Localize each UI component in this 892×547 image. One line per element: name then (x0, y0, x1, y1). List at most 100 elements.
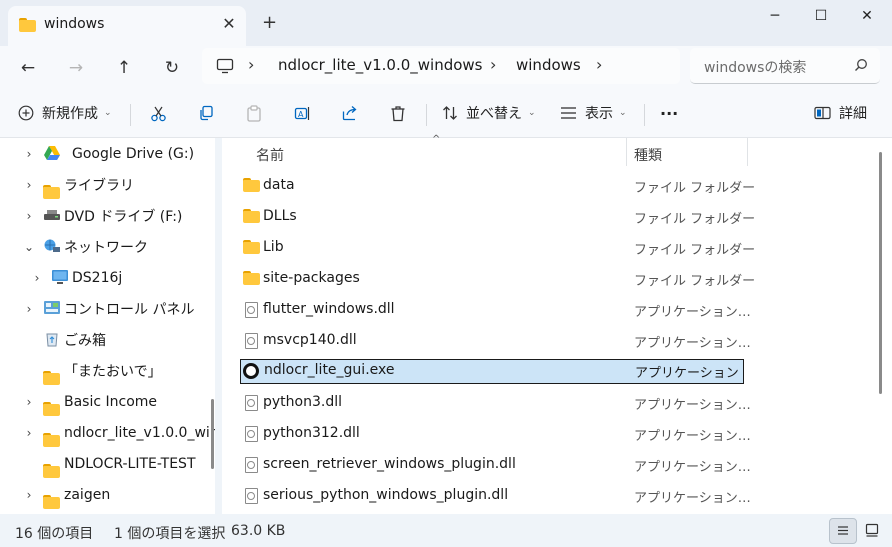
file-type: アプリケーション (635, 366, 739, 381)
nav-item-zaigen[interactable]: › zaigen (0, 479, 215, 510)
details-view-button[interactable] (829, 518, 857, 544)
nav-item-dvd-drive[interactable]: › DVD ドライブ (F:) (0, 200, 215, 231)
file-name: flutter_windows.dll (263, 301, 395, 317)
cut-button[interactable] (150, 98, 167, 128)
rename-button[interactable]: A (294, 98, 311, 128)
nav-item-label: ごみ箱 (64, 332, 106, 349)
nav-item-google-drive[interactable]: › Google Drive (G:) (0, 138, 215, 169)
maximize-button[interactable]: ☐ (798, 4, 844, 28)
chevron-right-icon[interactable]: › (30, 271, 44, 285)
nav-item-mataoide[interactable]: 「またおいで」 (0, 355, 215, 386)
new-button[interactable]: 新規作成 ⌄ (18, 98, 112, 128)
sort-icon (443, 106, 457, 120)
column-type-label: 種類 (634, 148, 662, 164)
chevron-right-icon[interactable]: › (22, 395, 36, 409)
nav-item-basic-income[interactable]: › Basic Income (0, 386, 215, 417)
file-row-screen-retriever-dll[interactable]: screen_retriever_windows_plugin.dll アプリケ… (240, 453, 751, 478)
folder-icon (243, 240, 260, 254)
file-row-serious-python-dll[interactable]: serious_python_windows_plugin.dll アプリケーシ… (240, 484, 751, 509)
file-row-dlls[interactable]: DLLs ファイル フォルダー (240, 205, 755, 230)
file-type: アプリケーション… (634, 429, 751, 444)
folder-icon (19, 18, 36, 32)
breadcrumb-separator[interactable]: › (596, 55, 602, 74)
chevron-down-icon: ⌄ (528, 108, 536, 118)
chevron-right-icon[interactable]: › (22, 488, 36, 502)
dll-file-icon (245, 302, 258, 318)
nav-item-ndlocr-lite-test[interactable]: NDLOCR-LITE-TEST (0, 448, 215, 479)
delete-button[interactable] (390, 98, 406, 128)
folder-icon (243, 209, 260, 223)
file-name: Lib (263, 239, 284, 255)
nav-item-recycle-bin[interactable]: ごみ箱 (0, 324, 215, 355)
copy-button[interactable] (198, 98, 214, 128)
view-button[interactable]: 表示 ⌄ (560, 98, 627, 128)
breadcrumb-windows[interactable]: windows (516, 56, 581, 74)
share-button[interactable] (342, 98, 359, 128)
chevron-down-icon[interactable]: ⌄ (22, 240, 36, 254)
recycle-bin-icon (46, 333, 58, 347)
file-type: ファイル フォルダー (634, 212, 756, 227)
chevron-right-icon[interactable]: › (22, 302, 36, 316)
chevron-right-icon[interactable]: › (22, 209, 36, 223)
nav-item-control-panel[interactable]: › コントロール パネル (0, 293, 215, 324)
search-box[interactable]: windowsの検索 (690, 48, 880, 84)
large-icons-view-button[interactable] (859, 518, 887, 544)
nav-pane-scrollbar[interactable] (211, 399, 214, 469)
up-button[interactable]: ↑ (108, 52, 140, 84)
nav-item-label: DS216j (72, 269, 123, 286)
network-icon (44, 239, 60, 252)
command-bar: 新規作成 ⌄ A 並べ替え ⌄ 表示 ⌄ ··· 詳細 (0, 90, 892, 138)
nav-item-label: ndlocr_lite_v1.0.0_windows (64, 424, 215, 441)
selection-size: 63.0 KB (231, 523, 286, 539)
nav-item-label: ライブラリ (64, 177, 134, 194)
refresh-button[interactable]: ↻ (156, 52, 188, 84)
file-row-site-packages[interactable]: site-packages ファイル フォルダー (240, 267, 755, 292)
new-tab-button[interactable]: + (262, 13, 277, 33)
chevron-right-icon[interactable]: › (22, 147, 36, 161)
file-row-flutter-windows-dll[interactable]: flutter_windows.dll アプリケーション… (240, 298, 751, 323)
control-panel-icon (44, 301, 60, 314)
navigation-pane: › Google Drive (G:) › ライブラリ › DVD ドライブ (… (0, 138, 215, 514)
close-window-button[interactable]: ✕ (844, 4, 890, 28)
chevron-right-icon[interactable]: › (22, 426, 36, 440)
file-row-python312-dll[interactable]: python312.dll アプリケーション… (240, 422, 751, 447)
copy-icon (200, 105, 213, 121)
nav-item-ndlocr-lite[interactable]: › ndlocr_lite_v1.0.0_windows (0, 417, 215, 448)
folder-icon (43, 494, 60, 509)
column-divider[interactable] (747, 138, 748, 166)
nav-item-libraries[interactable]: › ライブラリ (0, 169, 215, 200)
nav-item-label: Google Drive (G:) (72, 145, 195, 162)
chevron-right-icon[interactable]: › (22, 178, 36, 192)
minimize-button[interactable]: ─ (752, 4, 798, 28)
forward-button[interactable]: → (60, 52, 92, 84)
column-header-name[interactable]: 名前 (256, 141, 284, 169)
file-row-python3-dll[interactable]: python3.dll アプリケーション… (240, 391, 751, 416)
file-row-ndlocr-lite-gui-exe[interactable]: ndlocr_lite_gui.exe アプリケーション (240, 359, 744, 384)
file-row-data[interactable]: data ファイル フォルダー (240, 174, 755, 199)
dll-file-icon (245, 395, 258, 411)
search-input[interactable]: windowsの検索 (704, 57, 806, 77)
column-divider[interactable] (626, 138, 627, 166)
breadcrumb-separator[interactable]: › (248, 55, 254, 74)
more-options-button[interactable]: ··· (660, 98, 678, 128)
tab-title: windows (44, 16, 105, 32)
sort-button[interactable]: 並べ替え ⌄ (442, 98, 536, 128)
file-row-lib[interactable]: Lib ファイル フォルダー (240, 236, 755, 261)
file-type: ファイル フォルダー (634, 243, 756, 258)
nav-item-label: NDLOCR-LITE-TEST (64, 455, 196, 472)
file-row-msvcp140-dll[interactable]: msvcp140.dll アプリケーション… (240, 329, 751, 354)
breadcrumb-separator[interactable]: › (490, 55, 496, 74)
address-bar[interactable]: › ndlocr_lite_v1.0.0_windows › windows › (202, 48, 680, 84)
details-pane-button[interactable]: 詳細 (814, 98, 867, 128)
details-label: 詳細 (839, 106, 867, 122)
breadcrumb-ndlocr[interactable]: ndlocr_lite_v1.0.0_windows (278, 56, 483, 74)
tab-close-icon[interactable]: ✕ (220, 15, 238, 33)
paste-button[interactable] (246, 98, 262, 128)
tab-windows[interactable]: windows ✕ (8, 6, 246, 46)
nav-item-ds216j[interactable]: › DS216j (0, 262, 215, 293)
back-button[interactable]: ← (12, 52, 44, 84)
nav-item-network[interactable]: ⌄ ネットワーク (0, 231, 215, 262)
file-list-scrollbar[interactable] (879, 152, 882, 394)
column-header-type[interactable]: 種類 (634, 141, 662, 169)
folder-icon (243, 178, 260, 192)
